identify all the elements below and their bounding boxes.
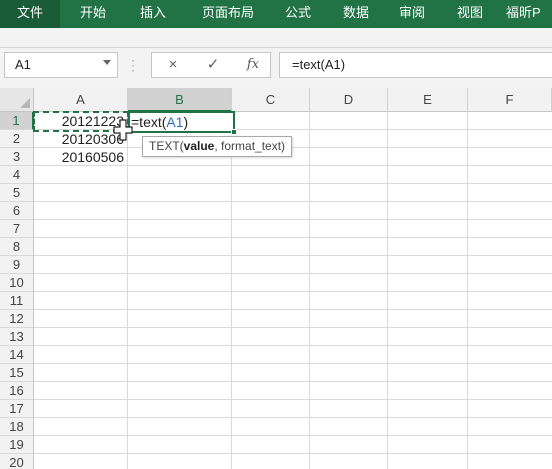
select-all-button[interactable] <box>0 88 34 112</box>
gridline <box>34 381 552 382</box>
cell-reference: A1 <box>166 114 184 130</box>
row-header-15[interactable]: 15 <box>0 364 34 382</box>
tab-view[interactable]: 视图 <box>446 0 494 28</box>
tab-data[interactable]: 数据 <box>332 0 380 28</box>
column-header-c[interactable]: C <box>232 88 310 112</box>
gridline <box>34 183 552 184</box>
tab-file[interactable]: 文件 <box>0 0 60 28</box>
gridline <box>34 363 552 364</box>
row-header-8[interactable]: 8 <box>0 238 34 256</box>
formula-input[interactable]: =text(A1) <box>279 52 552 78</box>
ribbon-body <box>0 28 552 48</box>
function-tooltip[interactable]: TEXT(value, format_text) <box>142 136 293 157</box>
tab-insert[interactable]: 插入 <box>128 0 178 28</box>
gridline <box>34 435 552 436</box>
row-header-14[interactable]: 14 <box>0 346 34 364</box>
gridline <box>34 273 552 274</box>
formula-suffix: ) <box>183 114 189 130</box>
splitter-handle[interactable]: · · · <box>131 54 135 76</box>
tooltip-arg-rest: , format_text) <box>214 139 286 153</box>
gridline <box>34 291 552 292</box>
column-header-e[interactable]: E <box>388 88 468 112</box>
select-all-icon <box>20 98 30 108</box>
row-header-5[interactable]: 5 <box>0 184 34 202</box>
chevron-down-icon[interactable] <box>103 60 111 65</box>
row-header-12[interactable]: 12 <box>0 310 34 328</box>
gridline <box>34 309 552 310</box>
row-header-1[interactable]: 1 <box>0 112 34 130</box>
tab-formulas[interactable]: 公式 <box>274 0 322 28</box>
column-header-b[interactable]: B <box>128 88 232 112</box>
gridline <box>34 453 552 454</box>
cell-a3[interactable]: 20160506 <box>34 148 127 166</box>
cancel-icon[interactable]: × <box>158 52 188 78</box>
tab-foxit-pdf[interactable]: 福昕P <box>506 0 552 28</box>
tab-page-layout[interactable]: 页面布局 <box>192 0 264 28</box>
row-header-20[interactable]: 20 <box>0 454 34 469</box>
row-header-17[interactable]: 17 <box>0 400 34 418</box>
tooltip-arg-value[interactable]: value <box>184 139 215 153</box>
enter-icon[interactable]: ✓ <box>198 52 228 78</box>
row-header-7[interactable]: 7 <box>0 220 34 238</box>
column-header-d[interactable]: D <box>310 88 388 112</box>
row-header-10[interactable]: 10 <box>0 274 34 292</box>
tab-review[interactable]: 审阅 <box>388 0 436 28</box>
name-box[interactable]: A1 <box>4 52 118 78</box>
row-header-2[interactable]: 2 <box>0 130 34 148</box>
column-header-a[interactable]: A <box>34 88 128 112</box>
tab-home[interactable]: 开始 <box>68 0 118 28</box>
gridline <box>34 327 552 328</box>
cell-edit-text[interactable]: =text(A1) <box>131 113 188 131</box>
formula-prefix: =text( <box>131 114 167 130</box>
row-header-11[interactable]: 11 <box>0 292 34 310</box>
row-header-6[interactable]: 6 <box>0 202 34 220</box>
gridline <box>34 219 552 220</box>
gridline <box>34 201 552 202</box>
gridline <box>34 237 552 238</box>
gridline <box>34 417 552 418</box>
fill-handle[interactable] <box>231 129 237 135</box>
row-header-19[interactable]: 19 <box>0 436 34 454</box>
row-header-3[interactable]: 3 <box>0 148 34 166</box>
row-header-13[interactable]: 13 <box>0 328 34 346</box>
row-header-9[interactable]: 9 <box>0 256 34 274</box>
ribbon-tab-bar: 文件 开始 插入 页面布局 公式 数据 审阅 视图 福昕P <box>0 0 552 28</box>
row-header-16[interactable]: 16 <box>0 382 34 400</box>
cell-select-cursor-icon <box>113 119 133 141</box>
row-header-18[interactable]: 18 <box>0 418 34 436</box>
row-header-4[interactable]: 4 <box>0 166 34 184</box>
gridline <box>34 255 552 256</box>
column-header-f[interactable]: F <box>468 88 552 112</box>
insert-function-icon[interactable]: fx <box>238 52 268 78</box>
tooltip-function: TEXT( <box>149 139 184 153</box>
gridline <box>34 399 552 400</box>
gridline <box>34 345 552 346</box>
